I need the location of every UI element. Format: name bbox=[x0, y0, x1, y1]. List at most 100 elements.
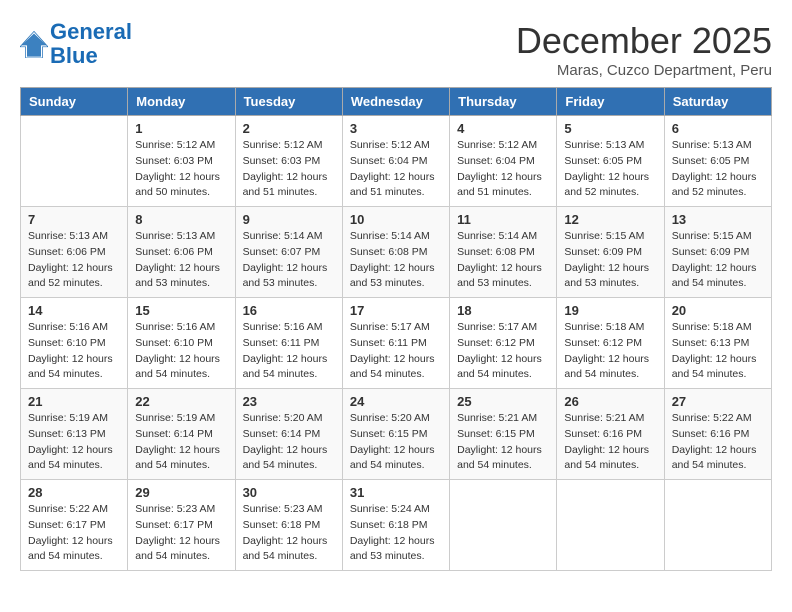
calendar-cell bbox=[21, 116, 128, 207]
day-number: 19 bbox=[564, 303, 656, 318]
day-info: Sunrise: 5:13 AM Sunset: 6:06 PM Dayligh… bbox=[28, 229, 120, 292]
page-header: General Blue December 2025 Maras, Cuzco … bbox=[20, 20, 772, 79]
calendar-week-1: 1 Sunrise: 5:12 AM Sunset: 6:03 PM Daylig… bbox=[21, 116, 772, 207]
day-info: Sunrise: 5:17 AM Sunset: 6:12 PM Dayligh… bbox=[457, 320, 549, 383]
calendar-cell: 8 Sunrise: 5:13 AM Sunset: 6:06 PM Daylig… bbox=[128, 207, 235, 298]
day-number: 4 bbox=[457, 121, 549, 136]
day-number: 2 bbox=[243, 121, 335, 136]
calendar-cell: 12 Sunrise: 5:15 AM Sunset: 6:09 PM Dayli… bbox=[557, 207, 664, 298]
calendar-cell bbox=[557, 480, 664, 571]
day-number: 30 bbox=[243, 485, 335, 500]
day-info: Sunrise: 5:23 AM Sunset: 6:17 PM Dayligh… bbox=[135, 502, 227, 565]
day-info: Sunrise: 5:12 AM Sunset: 6:04 PM Dayligh… bbox=[457, 138, 549, 201]
day-number: 17 bbox=[350, 303, 442, 318]
calendar-cell: 27Sunrise: 5:22 AM Sunset: 6:16 PM Dayli… bbox=[664, 389, 771, 480]
day-number: 26 bbox=[564, 394, 656, 409]
logo-text: General Blue bbox=[50, 20, 132, 68]
day-info: Sunrise: 5:13 AM Sunset: 6:06 PM Dayligh… bbox=[135, 229, 227, 292]
calendar-cell: 29 Sunrise: 5:23 AM Sunset: 6:17 PM Dayli… bbox=[128, 480, 235, 571]
calendar-cell: 4 Sunrise: 5:12 AM Sunset: 6:04 PM Daylig… bbox=[450, 116, 557, 207]
day-info: Sunrise: 5:16 AM Sunset: 6:11 PM Dayligh… bbox=[243, 320, 335, 383]
day-info: Sunrise: 5:22 AM Sunset: 6:17 PM Dayligh… bbox=[28, 502, 120, 565]
day-info: Sunrise: 5:15 AM Sunset: 6:09 PM Dayligh… bbox=[564, 229, 656, 292]
calendar-cell: 14Sunrise: 5:16 AM Sunset: 6:10 PM Dayli… bbox=[21, 298, 128, 389]
title-block: December 2025 Maras, Cuzco Department, P… bbox=[516, 20, 772, 79]
calendar-cell: 18Sunrise: 5:17 AM Sunset: 6:12 PM Dayli… bbox=[450, 298, 557, 389]
logo: General Blue bbox=[20, 20, 132, 68]
day-info: Sunrise: 5:14 AM Sunset: 6:08 PM Dayligh… bbox=[350, 229, 442, 292]
calendar-header-row: SundayMondayTuesdayWednesdayThursdayFrid… bbox=[21, 88, 772, 116]
calendar-cell: 1 Sunrise: 5:12 AM Sunset: 6:03 PM Daylig… bbox=[128, 116, 235, 207]
day-number: 9 bbox=[243, 212, 335, 227]
day-info: Sunrise: 5:14 AM Sunset: 6:08 PM Dayligh… bbox=[457, 229, 549, 292]
day-info: Sunrise: 5:22 AM Sunset: 6:16 PM Dayligh… bbox=[672, 411, 764, 474]
day-info: Sunrise: 5:16 AM Sunset: 6:10 PM Dayligh… bbox=[135, 320, 227, 383]
day-number: 8 bbox=[135, 212, 227, 227]
calendar-cell bbox=[664, 480, 771, 571]
day-number: 3 bbox=[350, 121, 442, 136]
day-number: 13 bbox=[672, 212, 764, 227]
calendar-cell: 16Sunrise: 5:16 AM Sunset: 6:11 PM Dayli… bbox=[235, 298, 342, 389]
day-info: Sunrise: 5:21 AM Sunset: 6:15 PM Dayligh… bbox=[457, 411, 549, 474]
calendar-cell: 23Sunrise: 5:20 AM Sunset: 6:14 PM Dayli… bbox=[235, 389, 342, 480]
calendar-cell: 6 Sunrise: 5:13 AM Sunset: 6:05 PM Daylig… bbox=[664, 116, 771, 207]
logo-icon bbox=[20, 30, 48, 58]
calendar-cell: 30 Sunrise: 5:23 AM Sunset: 6:18 PM Dayli… bbox=[235, 480, 342, 571]
day-info: Sunrise: 5:16 AM Sunset: 6:10 PM Dayligh… bbox=[28, 320, 120, 383]
day-info: Sunrise: 5:24 AM Sunset: 6:18 PM Dayligh… bbox=[350, 502, 442, 565]
day-number: 1 bbox=[135, 121, 227, 136]
day-info: Sunrise: 5:18 AM Sunset: 6:12 PM Dayligh… bbox=[564, 320, 656, 383]
calendar-week-4: 21Sunrise: 5:19 AM Sunset: 6:13 PM Dayli… bbox=[21, 389, 772, 480]
calendar-cell: 28Sunrise: 5:22 AM Sunset: 6:17 PM Dayli… bbox=[21, 480, 128, 571]
calendar-cell bbox=[450, 480, 557, 571]
day-info: Sunrise: 5:12 AM Sunset: 6:04 PM Dayligh… bbox=[350, 138, 442, 201]
day-number: 10 bbox=[350, 212, 442, 227]
calendar-cell: 17Sunrise: 5:17 AM Sunset: 6:11 PM Dayli… bbox=[342, 298, 449, 389]
day-info: Sunrise: 5:23 AM Sunset: 6:18 PM Dayligh… bbox=[243, 502, 335, 565]
day-info: Sunrise: 5:15 AM Sunset: 6:09 PM Dayligh… bbox=[672, 229, 764, 292]
day-number: 15 bbox=[135, 303, 227, 318]
day-header-wednesday: Wednesday bbox=[342, 88, 449, 116]
calendar-week-3: 14Sunrise: 5:16 AM Sunset: 6:10 PM Dayli… bbox=[21, 298, 772, 389]
day-info: Sunrise: 5:19 AM Sunset: 6:14 PM Dayligh… bbox=[135, 411, 227, 474]
day-info: Sunrise: 5:13 AM Sunset: 6:05 PM Dayligh… bbox=[564, 138, 656, 201]
day-number: 6 bbox=[672, 121, 764, 136]
calendar-cell: 5 Sunrise: 5:13 AM Sunset: 6:05 PM Daylig… bbox=[557, 116, 664, 207]
day-info: Sunrise: 5:20 AM Sunset: 6:15 PM Dayligh… bbox=[350, 411, 442, 474]
calendar-table: SundayMondayTuesdayWednesdayThursdayFrid… bbox=[20, 87, 772, 571]
calendar-cell: 10 Sunrise: 5:14 AM Sunset: 6:08 PM Dayli… bbox=[342, 207, 449, 298]
location: Maras, Cuzco Department, Peru bbox=[516, 62, 772, 79]
calendar-cell: 11 Sunrise: 5:14 AM Sunset: 6:08 PM Dayli… bbox=[450, 207, 557, 298]
day-header-sunday: Sunday bbox=[21, 88, 128, 116]
day-number: 25 bbox=[457, 394, 549, 409]
calendar-cell: 24 Sunrise: 5:20 AM Sunset: 6:15 PM Dayli… bbox=[342, 389, 449, 480]
calendar-cell: 2 Sunrise: 5:12 AM Sunset: 6:03 PM Daylig… bbox=[235, 116, 342, 207]
calendar-week-2: 7 Sunrise: 5:13 AM Sunset: 6:06 PM Daylig… bbox=[21, 207, 772, 298]
day-number: 24 bbox=[350, 394, 442, 409]
day-info: Sunrise: 5:19 AM Sunset: 6:13 PM Dayligh… bbox=[28, 411, 120, 474]
day-number: 29 bbox=[135, 485, 227, 500]
day-info: Sunrise: 5:20 AM Sunset: 6:14 PM Dayligh… bbox=[243, 411, 335, 474]
calendar-cell: 19 Sunrise: 5:18 AM Sunset: 6:12 PM Dayli… bbox=[557, 298, 664, 389]
day-info: Sunrise: 5:14 AM Sunset: 6:07 PM Dayligh… bbox=[243, 229, 335, 292]
calendar-cell: 26 Sunrise: 5:21 AM Sunset: 6:16 PM Dayli… bbox=[557, 389, 664, 480]
calendar-cell: 7 Sunrise: 5:13 AM Sunset: 6:06 PM Daylig… bbox=[21, 207, 128, 298]
day-number: 22 bbox=[135, 394, 227, 409]
day-number: 12 bbox=[564, 212, 656, 227]
day-number: 5 bbox=[564, 121, 656, 136]
calendar-cell: 15 Sunrise: 5:16 AM Sunset: 6:10 PM Dayli… bbox=[128, 298, 235, 389]
day-header-thursday: Thursday bbox=[450, 88, 557, 116]
calendar-week-5: 28Sunrise: 5:22 AM Sunset: 6:17 PM Dayli… bbox=[21, 480, 772, 571]
day-header-monday: Monday bbox=[128, 88, 235, 116]
month-title: December 2025 bbox=[516, 20, 772, 62]
day-info: Sunrise: 5:13 AM Sunset: 6:05 PM Dayligh… bbox=[672, 138, 764, 201]
day-number: 7 bbox=[28, 212, 120, 227]
day-info: Sunrise: 5:12 AM Sunset: 6:03 PM Dayligh… bbox=[243, 138, 335, 201]
day-info: Sunrise: 5:21 AM Sunset: 6:16 PM Dayligh… bbox=[564, 411, 656, 474]
day-number: 31 bbox=[350, 485, 442, 500]
day-number: 11 bbox=[457, 212, 549, 227]
day-info: Sunrise: 5:12 AM Sunset: 6:03 PM Dayligh… bbox=[135, 138, 227, 201]
calendar-cell: 31 Sunrise: 5:24 AM Sunset: 6:18 PM Dayli… bbox=[342, 480, 449, 571]
day-header-saturday: Saturday bbox=[664, 88, 771, 116]
calendar-cell: 3 Sunrise: 5:12 AM Sunset: 6:04 PM Daylig… bbox=[342, 116, 449, 207]
